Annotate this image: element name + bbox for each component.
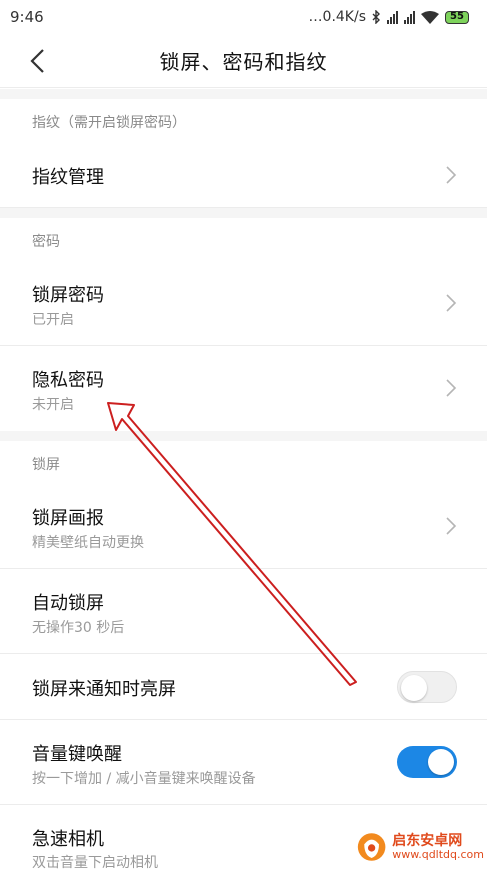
section-label-fingerprint: 指纹（需开启锁屏密码） — [32, 115, 186, 131]
back-arrow-icon[interactable] — [28, 48, 48, 74]
status-time: 9:46 — [10, 8, 44, 26]
wake-on-notification-toggle[interactable] — [397, 671, 457, 703]
row-label: 锁屏密码 — [32, 285, 104, 306]
settings-row-fingerprint-manage[interactable]: 指纹管理 — [0, 142, 487, 208]
section-label-password: 密码 — [32, 234, 60, 250]
page-title: 锁屏、密码和指纹 — [159, 50, 328, 74]
signal-icon-2 — [404, 10, 415, 24]
network-speed: …0.4K/s — [308, 9, 366, 25]
watermark-text: 启东安卓网 www.qdltdq.com — [392, 834, 484, 860]
settings-row-lockscreen-wallpaper[interactable]: 锁屏画报 精美壁纸自动更换 — [0, 484, 487, 569]
page-header: 锁屏、密码和指纹 — [0, 34, 487, 88]
settings-row-volume-key-wake[interactable]: 音量键唤醒 按一下增加 / 减小音量键来唤醒设备 — [0, 720, 487, 805]
row-label: 音量键唤醒 — [32, 744, 122, 765]
row-label: 自动锁屏 — [32, 593, 104, 614]
row-description: 按一下增加 / 减小音量键来唤醒设备 — [32, 771, 256, 787]
row-label: 急速相机 — [32, 829, 104, 850]
settings-row-lock-password[interactable]: 锁屏密码 已开启 — [0, 261, 487, 346]
watermark-url: www.qdltdq.com — [392, 847, 484, 861]
chevron-right-icon — [446, 294, 457, 312]
toggle-knob — [401, 675, 427, 701]
settings-row-privacy-password[interactable]: 隐私密码 未开启 — [0, 346, 487, 431]
row-status: 未开启 — [32, 397, 74, 413]
row-label: 指纹管理 — [32, 167, 104, 188]
row-description: 双击音量下启动相机 — [32, 855, 158, 870]
wifi-icon — [421, 10, 439, 24]
watermark-emblem-icon — [357, 833, 386, 861]
settings-row-auto-lock[interactable]: 自动锁屏 无操作30 秒后 — [0, 569, 487, 654]
settings-row-wake-on-notification[interactable]: 锁屏来通知时亮屏 — [0, 654, 487, 720]
section-gap — [0, 431, 487, 441]
chevron-right-icon — [446, 166, 457, 184]
signal-icon — [387, 10, 398, 24]
chevron-right-icon — [446, 517, 457, 535]
bluetooth-icon — [372, 10, 380, 24]
row-status: 已开启 — [32, 312, 74, 328]
status-indicators: …0.4K/s 55 — [309, 9, 469, 25]
row-label: 隐私密码 — [32, 370, 104, 391]
row-description: 无操作30 秒后 — [32, 620, 125, 636]
status-bar: 9:46 …0.4K/s 55 — [0, 0, 487, 34]
watermark-logo: 启东安卓网 www.qdltdq.com — [356, 826, 484, 868]
section-label-lockscreen: 锁屏 — [32, 457, 60, 473]
section-gap — [0, 208, 487, 218]
row-label: 锁屏来通知时亮屏 — [32, 679, 176, 700]
toggle-knob — [428, 749, 454, 775]
battery-icon: 55 — [445, 10, 469, 24]
row-description: 精美壁纸自动更换 — [32, 535, 144, 551]
chevron-right-icon — [446, 379, 457, 397]
watermark-name: 启东安卓网 — [392, 832, 463, 849]
volume-key-wake-toggle[interactable] — [397, 746, 457, 778]
section-gap — [0, 89, 487, 99]
row-label: 锁屏画报 — [32, 508, 104, 529]
